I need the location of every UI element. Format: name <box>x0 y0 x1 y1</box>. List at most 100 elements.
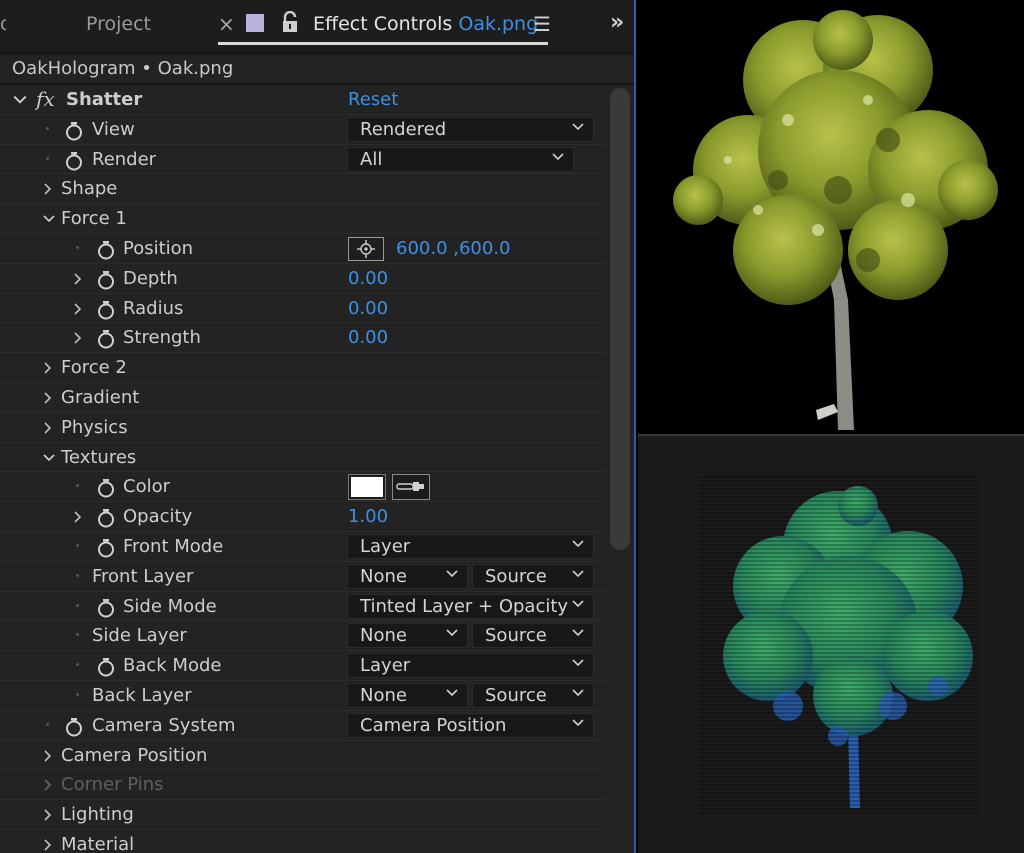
property-group-shape[interactable]: Shape <box>0 174 606 205</box>
fx-icon[interactable]: fx <box>36 87 55 111</box>
tab-project[interactable]: Project <box>86 13 151 35</box>
tab-cut-label[interactable]: o <box>0 13 6 35</box>
stopwatch-icon[interactable] <box>96 657 116 677</box>
chevron-right-icon[interactable] <box>40 361 54 375</box>
group-label: Gradient <box>61 386 140 408</box>
chevron-down-icon <box>571 716 585 730</box>
group-label: Shape <box>61 178 118 200</box>
chevron-down-icon <box>571 626 585 640</box>
stopwatch-icon[interactable] <box>96 598 116 618</box>
label-color-icon[interactable] <box>246 14 264 32</box>
chevron-right-icon[interactable] <box>40 421 54 435</box>
property-label: Strength <box>123 327 201 349</box>
indent-dot <box>76 573 79 577</box>
chevron-right-icon[interactable] <box>40 391 54 405</box>
chevron-right-icon[interactable] <box>70 331 84 345</box>
view-dropdown[interactable]: Rendered <box>347 116 594 142</box>
chevron-right-icon <box>40 778 54 792</box>
radius-value[interactable]: 0.00 <box>348 298 388 319</box>
effect-controls-panel: o Project × Effect Controls Oak.png ☰ » … <box>0 0 636 853</box>
chevron-right-icon[interactable] <box>70 272 84 286</box>
group-label: Material <box>61 833 135 853</box>
stopwatch-icon[interactable] <box>96 300 116 320</box>
render-dropdown[interactable]: All <box>347 146 574 172</box>
property-group-physics[interactable]: Physics <box>0 413 606 443</box>
property-row-camera-system: Camera System Camera Position <box>0 711 606 741</box>
property-group-gradient[interactable]: Gradient <box>0 383 606 413</box>
stopwatch-icon[interactable] <box>96 329 116 349</box>
eyedropper-icon[interactable] <box>392 474 430 501</box>
preview-original <box>638 0 1024 434</box>
property-group-force-1[interactable]: Force 1 <box>0 204 606 234</box>
panel-tab-bar: o Project × Effect Controls Oak.png ☰ » <box>0 0 634 52</box>
front-layer-source-dropdown[interactable]: Source <box>472 563 594 589</box>
stopwatch-icon[interactable] <box>96 538 116 558</box>
chevron-down-icon <box>571 686 585 700</box>
lock-icon[interactable] <box>280 11 300 33</box>
front-layer-dropdown[interactable]: None <box>347 563 468 589</box>
stopwatch-icon[interactable] <box>64 121 84 141</box>
hamburger-menu-icon[interactable]: ☰ <box>533 12 551 36</box>
property-group-textures[interactable]: Textures <box>0 443 606 473</box>
stopwatch-icon[interactable] <box>96 478 116 498</box>
stopwatch-icon[interactable] <box>96 508 116 528</box>
chevron-down-icon <box>571 597 585 611</box>
scrollbar[interactable] <box>610 88 630 550</box>
property-label: View <box>92 118 135 140</box>
effect-header-row[interactable]: fx Shatter Reset <box>0 85 606 115</box>
back-mode-dropdown[interactable]: Layer <box>347 653 594 679</box>
chevron-down-icon[interactable] <box>42 212 56 226</box>
property-label: Front Mode <box>123 535 224 557</box>
property-row-view: View Rendered <box>0 115 606 145</box>
dropdown-value: None <box>360 565 407 587</box>
back-layer-dropdown[interactable]: None <box>347 682 468 708</box>
chevron-down-icon <box>571 567 585 581</box>
chevron-down-icon[interactable] <box>12 92 28 108</box>
side-layer-source-dropdown[interactable]: Source <box>472 623 594 649</box>
property-group-force-2[interactable]: Force 2 <box>0 353 606 383</box>
target-icon[interactable] <box>348 236 384 261</box>
color-swatch[interactable] <box>348 474 386 501</box>
chevron-right-icon[interactable] <box>70 510 84 524</box>
property-label: Radius <box>123 297 184 319</box>
depth-value[interactable]: 0.00 <box>348 268 388 289</box>
camera-system-dropdown[interactable]: Camera Position <box>347 712 594 738</box>
property-label: Back Mode <box>123 655 222 677</box>
opacity-value[interactable]: 1.00 <box>348 506 388 527</box>
side-layer-dropdown[interactable]: None <box>347 623 468 649</box>
property-group-material[interactable]: Material <box>0 830 606 853</box>
tab-effect-controls[interactable]: Effect Controls Oak.png <box>313 13 538 35</box>
stopwatch-icon[interactable] <box>64 151 84 171</box>
property-group-corner-pins: Corner Pins <box>0 770 606 801</box>
chevron-right-icon[interactable] <box>40 838 54 852</box>
property-row-side-layer: Side Layer None Source <box>0 621 606 652</box>
property-group-camera-position[interactable]: Camera Position <box>0 741 606 771</box>
property-label: Side Mode <box>123 595 217 617</box>
property-row-side-mode: Side Mode Tinted Layer + Opacity <box>0 592 606 622</box>
chevron-right-icon[interactable] <box>40 749 54 763</box>
stopwatch-icon[interactable] <box>64 717 84 737</box>
group-label: Camera Position <box>61 744 208 766</box>
side-mode-dropdown[interactable]: Tinted Layer + Opacity <box>347 593 594 619</box>
position-value[interactable]: 600.0 ,600.0 <box>396 238 511 259</box>
dropdown-value: Layer <box>360 535 411 557</box>
property-row-back-mode: Back Mode Layer <box>0 651 606 681</box>
reset-link[interactable]: Reset <box>348 89 398 110</box>
chevron-right-icon[interactable] <box>40 808 54 822</box>
property-group-lighting[interactable]: Lighting <box>0 800 606 830</box>
stopwatch-icon[interactable] <box>96 240 116 260</box>
close-icon[interactable]: × <box>218 12 235 36</box>
indent-dot <box>76 692 79 696</box>
group-label: Textures <box>61 446 137 468</box>
property-row-front-mode: Front Mode Layer <box>0 532 606 562</box>
chevron-down-icon[interactable] <box>42 451 56 465</box>
front-mode-dropdown[interactable]: Layer <box>347 533 594 559</box>
back-layer-source-dropdown[interactable]: Source <box>472 682 594 708</box>
strength-value[interactable]: 0.00 <box>348 327 388 348</box>
property-list: fx Shatter Reset View Rendered Render Al… <box>0 85 606 853</box>
property-row-radius: Radius 0.00 <box>0 294 606 324</box>
stopwatch-icon[interactable] <box>96 270 116 290</box>
double-chevron-icon[interactable]: » <box>610 10 624 35</box>
chevron-right-icon[interactable] <box>40 182 54 196</box>
chevron-right-icon[interactable] <box>70 302 84 316</box>
